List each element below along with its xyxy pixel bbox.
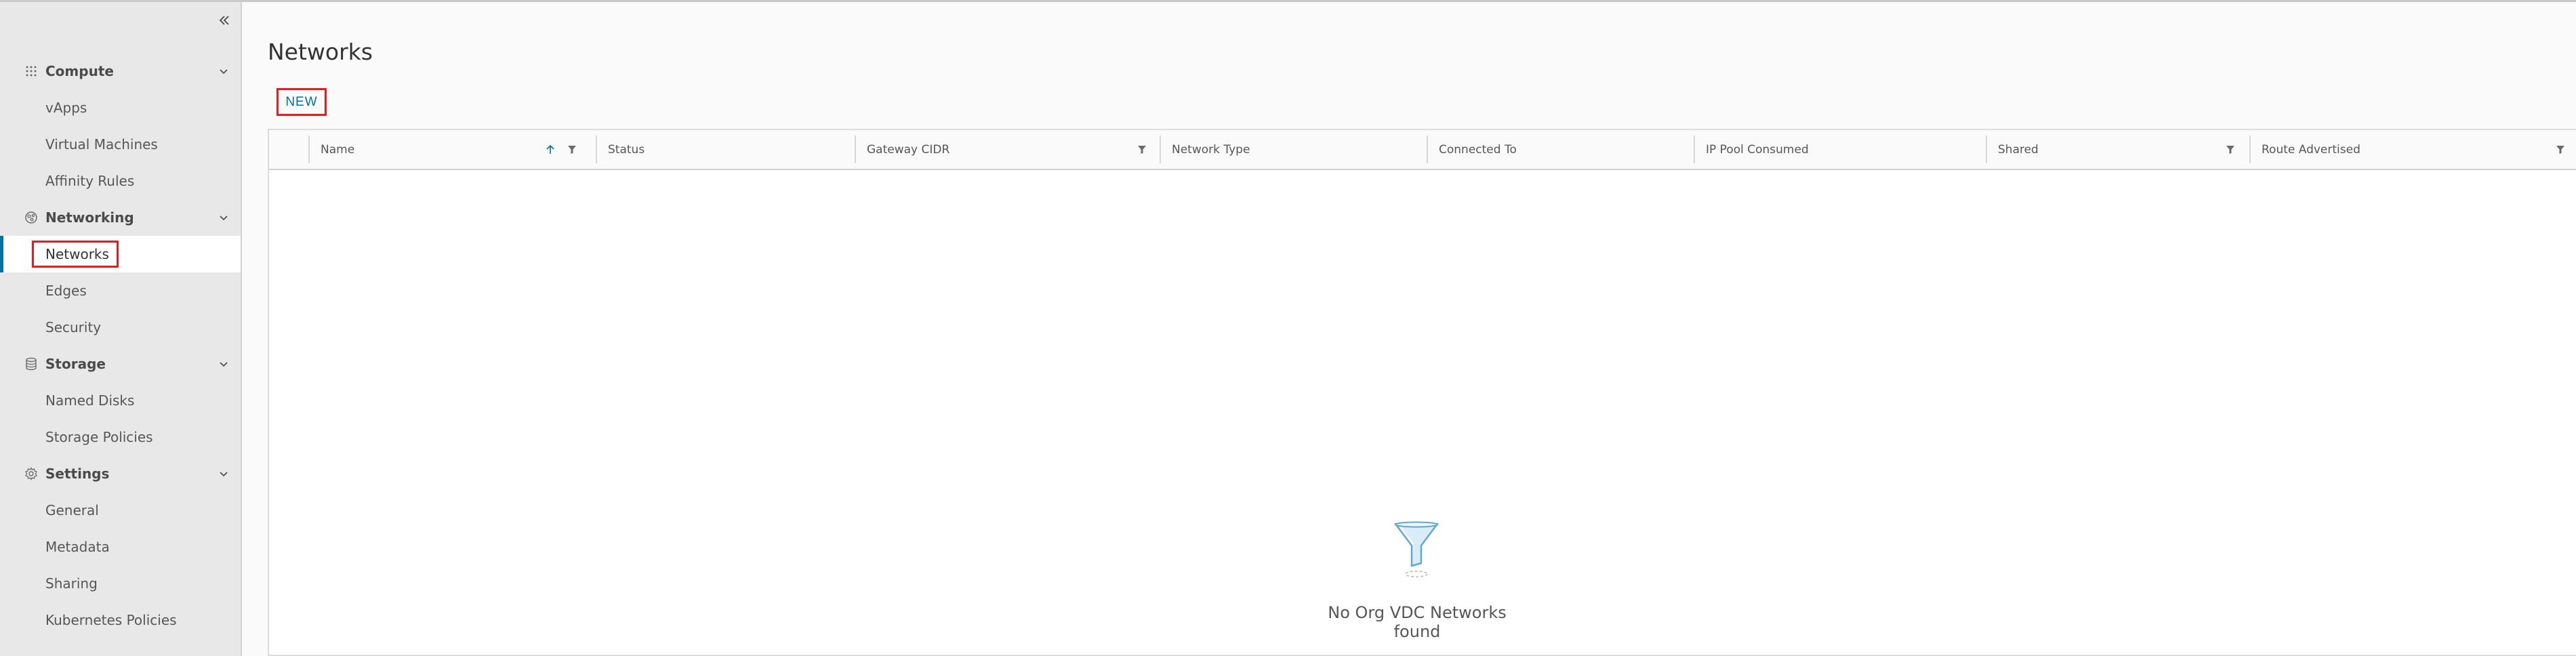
column-header-status[interactable]: Status [596, 130, 855, 169]
column-separator [2249, 136, 2251, 163]
network-icon [23, 209, 39, 226]
column-separator [308, 136, 310, 163]
column-separator [1986, 136, 1987, 163]
nav-group-label: Storage [45, 356, 106, 372]
filter-icon[interactable] [1136, 144, 1148, 156]
column-label: Network Type [1172, 142, 1250, 157]
collapse-sidebar-button[interactable] [216, 12, 233, 29]
sidebar-item-affinity-rules[interactable]: Affinity Rules [0, 163, 241, 199]
column-separator [1694, 136, 1695, 163]
sidebar-item-label: Networks [45, 246, 109, 262]
sidebar-item-label: Virtual Machines [45, 136, 158, 152]
select-column [269, 130, 308, 169]
database-icon [23, 356, 39, 372]
main-content: Networks NEW Name Status Gateway CIDR Ne… [242, 2, 2576, 656]
sidebar-item-edges[interactable]: Edges [0, 272, 241, 309]
filter-icon[interactable] [2554, 144, 2567, 156]
filter-icon[interactable] [566, 144, 578, 156]
sidebar-item-security[interactable]: Security [0, 309, 241, 346]
sidebar-item-label: vApps [45, 100, 87, 116]
sidebar: Compute vApps Virtual Machines Affinity … [0, 2, 242, 656]
sidebar-item-metadata[interactable]: Metadata [0, 529, 241, 565]
chevron-down-icon [216, 356, 232, 372]
sidebar-item-label: General [45, 502, 99, 518]
sidebar-item-label: Metadata [45, 539, 110, 555]
sidebar-item-general[interactable]: General [0, 492, 241, 529]
column-label: Shared [1998, 142, 2039, 157]
sidebar-item-label: Sharing [45, 575, 98, 592]
filter-icon[interactable] [2224, 144, 2236, 156]
sidebar-item-named-disks[interactable]: Named Disks [0, 382, 241, 419]
column-separator [1160, 136, 1161, 163]
column-label: Connected To [1439, 142, 1517, 157]
active-indicator [0, 236, 3, 272]
sidebar-item-networks[interactable]: Networks [0, 236, 241, 272]
nav-group-label: Networking [45, 209, 134, 226]
column-header-gateway-cidr[interactable]: Gateway CIDR [855, 130, 1160, 169]
sidebar-item-virtual-machines[interactable]: Virtual Machines [0, 126, 241, 163]
sidebar-item-label: Edges [45, 283, 87, 299]
column-label: Route Advertised [2262, 142, 2360, 157]
column-header-network-type[interactable]: Network Type [1160, 130, 1427, 169]
sort-ascending-icon[interactable] [544, 144, 556, 156]
column-label: Name [321, 142, 355, 157]
chevron-down-icon [216, 63, 232, 79]
nav-group-settings[interactable]: Settings [0, 455, 241, 492]
page-title: Networks [268, 39, 373, 66]
sidebar-item-label: Named Disks [45, 392, 135, 409]
new-network-button[interactable]: NEW [277, 88, 327, 116]
sidebar-item-label: Security [45, 319, 102, 335]
sidebar-item-vapps[interactable]: vApps [0, 89, 241, 126]
gear-icon [23, 466, 39, 482]
chevron-down-icon [216, 466, 232, 482]
column-label: IP Pool Consumed [1706, 142, 1809, 157]
sidebar-item-label: Storage Policies [45, 429, 153, 445]
funnel-icon [1394, 521, 1439, 577]
sidebar-item-label: Affinity Rules [45, 173, 135, 189]
column-separator [596, 136, 597, 163]
nav-group-label: Settings [45, 466, 110, 482]
grid-icon [23, 63, 39, 79]
sidebar-item-storage-policies[interactable]: Storage Policies [0, 419, 241, 455]
double-chevron-left-icon [219, 16, 229, 25]
column-header-shared[interactable]: Shared [1986, 130, 2249, 169]
chevron-down-icon [216, 209, 232, 226]
nav-group-storage[interactable]: Storage [0, 346, 241, 382]
column-header-connected-to[interactable]: Connected To [1427, 130, 1694, 169]
column-separator [1427, 136, 1428, 163]
networks-datagrid: Name Status Gateway CIDR Network Type Co… [268, 129, 2576, 656]
nav-group-compute[interactable]: Compute [0, 53, 241, 89]
datagrid-header: Name Status Gateway CIDR Network Type Co… [269, 130, 2576, 170]
column-separator [855, 136, 856, 163]
column-header-route-advertised[interactable]: Route Advertised [2249, 130, 2576, 169]
column-header-name[interactable]: Name [308, 130, 596, 169]
sidebar-item-sharing[interactable]: Sharing [0, 565, 241, 602]
column-label: Gateway CIDR [867, 142, 950, 157]
column-header-ip-pool-consumed[interactable]: IP Pool Consumed [1694, 130, 1986, 169]
datagrid-empty-state: No Org VDC Networks found [269, 169, 2576, 656]
empty-state-message: No Org VDC Networks found [1328, 603, 1507, 641]
column-label: Status [608, 142, 645, 157]
sidebar-item-kubernetes-policies[interactable]: Kubernetes Policies [0, 602, 241, 638]
nav-group-networking[interactable]: Networking [0, 199, 241, 236]
sidebar-item-label: Kubernetes Policies [45, 612, 177, 628]
nav-group-label: Compute [45, 63, 114, 79]
